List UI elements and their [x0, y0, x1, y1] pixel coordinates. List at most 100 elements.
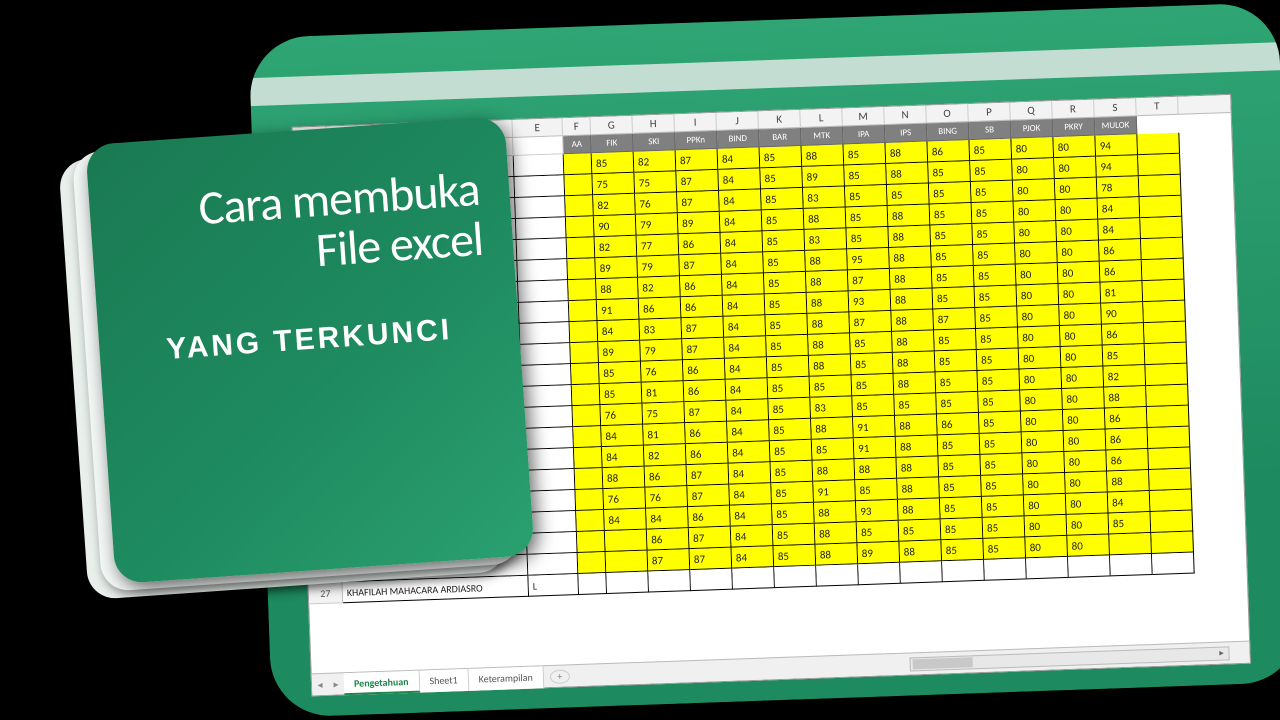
grid-cell[interactable]: 82	[1103, 365, 1146, 387]
grid-cell[interactable]	[606, 551, 649, 573]
grid-cell[interactable]: 85	[850, 332, 893, 354]
col-M[interactable]: M	[842, 107, 885, 126]
grid-cell[interactable]: 76	[603, 488, 646, 510]
grid-cell[interactable]: 85	[982, 495, 1025, 517]
grid-cell[interactable]: 81	[643, 423, 686, 445]
subj-BAR[interactable]: BAR	[759, 128, 802, 147]
grid-cell[interactable]: 80	[1021, 410, 1064, 432]
col-H[interactable]: H	[632, 114, 675, 133]
grid-cell[interactable]: 82	[644, 444, 687, 466]
grid-cell[interactable]: 85	[975, 307, 1018, 329]
grid-cell[interactable]: 84	[728, 441, 771, 463]
grid-cell[interactable]: 88	[811, 417, 854, 439]
grid-cell[interactable]: 94	[1096, 155, 1139, 177]
grid-cell[interactable]: 85	[812, 438, 855, 460]
grid-cell[interactable]: 85	[767, 356, 810, 378]
grid-cell[interactable]: 80	[1061, 367, 1104, 389]
grid-cell[interactable]: 82	[638, 276, 681, 298]
grid-cell[interactable]: 75	[634, 171, 677, 193]
grid-cell[interactable]: 85	[600, 383, 643, 405]
grid-cell[interactable]: 84	[724, 336, 767, 358]
grid-cell[interactable]: 85	[1103, 344, 1146, 366]
grid-cell[interactable]: 85	[930, 224, 973, 246]
grid-cell[interactable]: 76	[645, 486, 688, 508]
grid-cell[interactable]: 85	[983, 516, 1026, 538]
grid-cell[interactable]: 88	[1104, 386, 1147, 408]
grid-cell[interactable]: 85	[930, 203, 973, 225]
grid-cell[interactable]: 85	[846, 227, 889, 249]
grid-cell[interactable]: 81	[1100, 281, 1143, 303]
grid-cell[interactable]: 80	[1056, 220, 1099, 242]
grid-cell[interactable]: 89	[598, 341, 641, 363]
col-I[interactable]: I	[674, 113, 717, 132]
grid-cell[interactable]: 85	[929, 182, 972, 204]
grid-cell[interactable]: 88	[898, 498, 941, 520]
grid-cell[interactable]: 85	[977, 348, 1020, 370]
subj-PPKn[interactable]: PPKn	[675, 131, 718, 150]
grid-cell[interactable]: 79	[636, 213, 679, 235]
grid-cell[interactable]: 88	[890, 267, 933, 289]
grid-cell[interactable]: 80	[1058, 262, 1101, 284]
grid-cell[interactable]: 87	[848, 269, 891, 291]
grid-cell[interactable]: 78	[1097, 176, 1140, 198]
grid-cell[interactable]: 86	[1102, 323, 1145, 345]
grid-cell[interactable]: 85	[771, 482, 814, 504]
grid-cell[interactable]: 87	[687, 485, 730, 507]
grid-cell[interactable]: 80	[1018, 326, 1061, 348]
grid-cell[interactable]: 88	[896, 435, 939, 457]
grid-cell[interactable]	[1143, 301, 1186, 323]
grid-cell[interactable]: 88	[893, 351, 936, 373]
grid-cell[interactable]: 86	[639, 297, 682, 319]
grid-cell[interactable]: 88	[888, 205, 931, 227]
tab-next-icon[interactable]: ▸	[328, 677, 344, 691]
grid-cell[interactable]: 86	[684, 380, 727, 402]
grid-cell[interactable]: 88	[894, 372, 937, 394]
grid-cell[interactable]: 85	[766, 335, 809, 357]
grid-cell[interactable]: 85	[934, 329, 977, 351]
grid-cell[interactable]: 86	[680, 275, 723, 297]
grid-cell[interactable]: 85	[763, 251, 806, 273]
new-sheet-button[interactable]: +	[549, 669, 569, 684]
grid-cell[interactable]: 87	[689, 527, 732, 549]
grid-cell[interactable]: 85	[973, 244, 1016, 266]
subj-IPS[interactable]: IPS	[885, 124, 928, 143]
col-J[interactable]: J	[716, 111, 759, 130]
grid-cell[interactable]	[1137, 133, 1180, 155]
grid-cell[interactable]: 85	[599, 362, 642, 384]
grid-cell[interactable]: 86	[1105, 407, 1148, 429]
col-R[interactable]: R	[1052, 100, 1095, 119]
grid-cell[interactable]: 88	[897, 477, 940, 499]
grid-cell[interactable]: 86	[927, 140, 970, 162]
grid-cell[interactable]: 85	[852, 374, 895, 396]
grid-cell[interactable]: 85	[768, 377, 811, 399]
grid-cell[interactable]: 80	[1015, 242, 1058, 264]
grid-cell[interactable]: 82	[634, 150, 677, 172]
grid-cell[interactable]: 85	[935, 350, 978, 372]
grid-cell[interactable]	[1151, 511, 1194, 533]
grid-cell[interactable]: 88	[802, 144, 845, 166]
tab-sheet1[interactable]: Sheet1	[419, 668, 469, 692]
grid-cell[interactable]: 85	[845, 185, 888, 207]
grid-cell[interactable]: 80	[1017, 284, 1060, 306]
grid-cell[interactable]	[1147, 406, 1190, 428]
grid-cell[interactable]: 76	[600, 404, 643, 426]
grid-cell[interactable]: 84	[723, 294, 766, 316]
grid-cell[interactable]: 84	[604, 509, 647, 531]
grid-cell[interactable]: 79	[637, 255, 680, 277]
col-G[interactable]: G	[590, 116, 633, 135]
grid-cell[interactable]: 80	[1053, 136, 1096, 158]
grid-cell[interactable]: 85	[971, 181, 1014, 203]
tab-prev-icon[interactable]: ◂	[312, 678, 328, 692]
grid-cell[interactable]: 84	[719, 189, 762, 211]
grid-cell[interactable]: 80	[1063, 409, 1106, 431]
grid-cell[interactable]: 84	[601, 425, 644, 447]
grid-cell[interactable]: 87	[681, 317, 724, 339]
grid-cell[interactable]: 87	[933, 308, 976, 330]
grid-cell[interactable]: 87	[676, 149, 719, 171]
grid-cell[interactable]: 77	[637, 234, 680, 256]
grid-cell[interactable]: 87	[849, 311, 892, 333]
grid-cell[interactable]: 87	[687, 464, 730, 486]
grid-cell[interactable]: 88	[886, 163, 929, 185]
grid-cell[interactable]: 91	[813, 480, 856, 502]
grid-cell[interactable]: 88	[805, 249, 848, 271]
